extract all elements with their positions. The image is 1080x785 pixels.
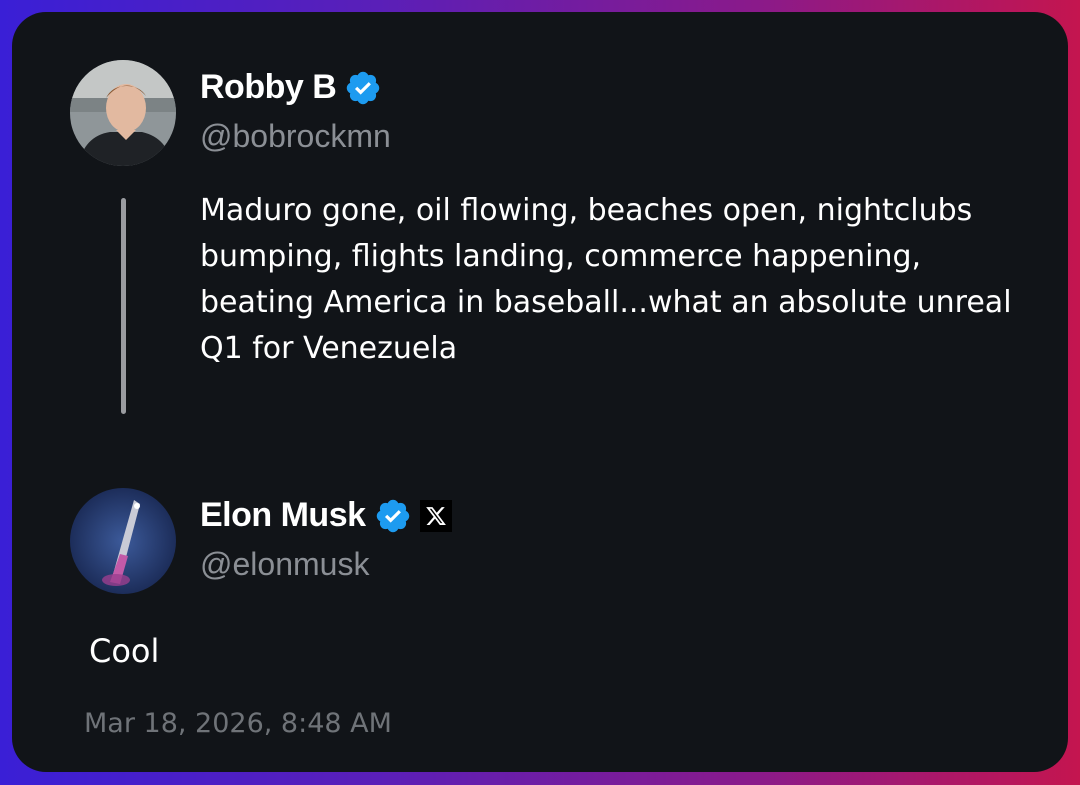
author-name[interactable]: Elon Musk [200,496,366,535]
elon-musk-avatar[interactable] [70,488,176,594]
robby-b-name[interactable]: Robby B [200,68,382,107]
tweet-timestamp[interactable]: Mar 18, 2026, 8:48 AM [84,708,392,739]
original-tweet-text: Maduro gone, oil flowing, beaches open, … [200,193,1012,366]
author-name[interactable]: Robby B [200,68,337,107]
elon-musk-name[interactable]: Elon Musk [200,496,452,535]
x-logo-icon[interactable] [419,499,452,532]
robby-b-handle[interactable]: @bobrockmn [200,118,391,155]
thread-connector-line [121,198,126,414]
elon-musk-handle[interactable]: @elonmusk [200,546,369,583]
robby-b-avatar[interactable] [70,60,176,166]
verified-badge-icon[interactable] [344,69,382,107]
verified-badge-icon[interactable] [374,497,412,535]
tweet-card: Robby B @bobrockmn Maduro gone, oil flow… [12,12,1068,772]
reply-tweet-text: Cool [89,632,160,670]
